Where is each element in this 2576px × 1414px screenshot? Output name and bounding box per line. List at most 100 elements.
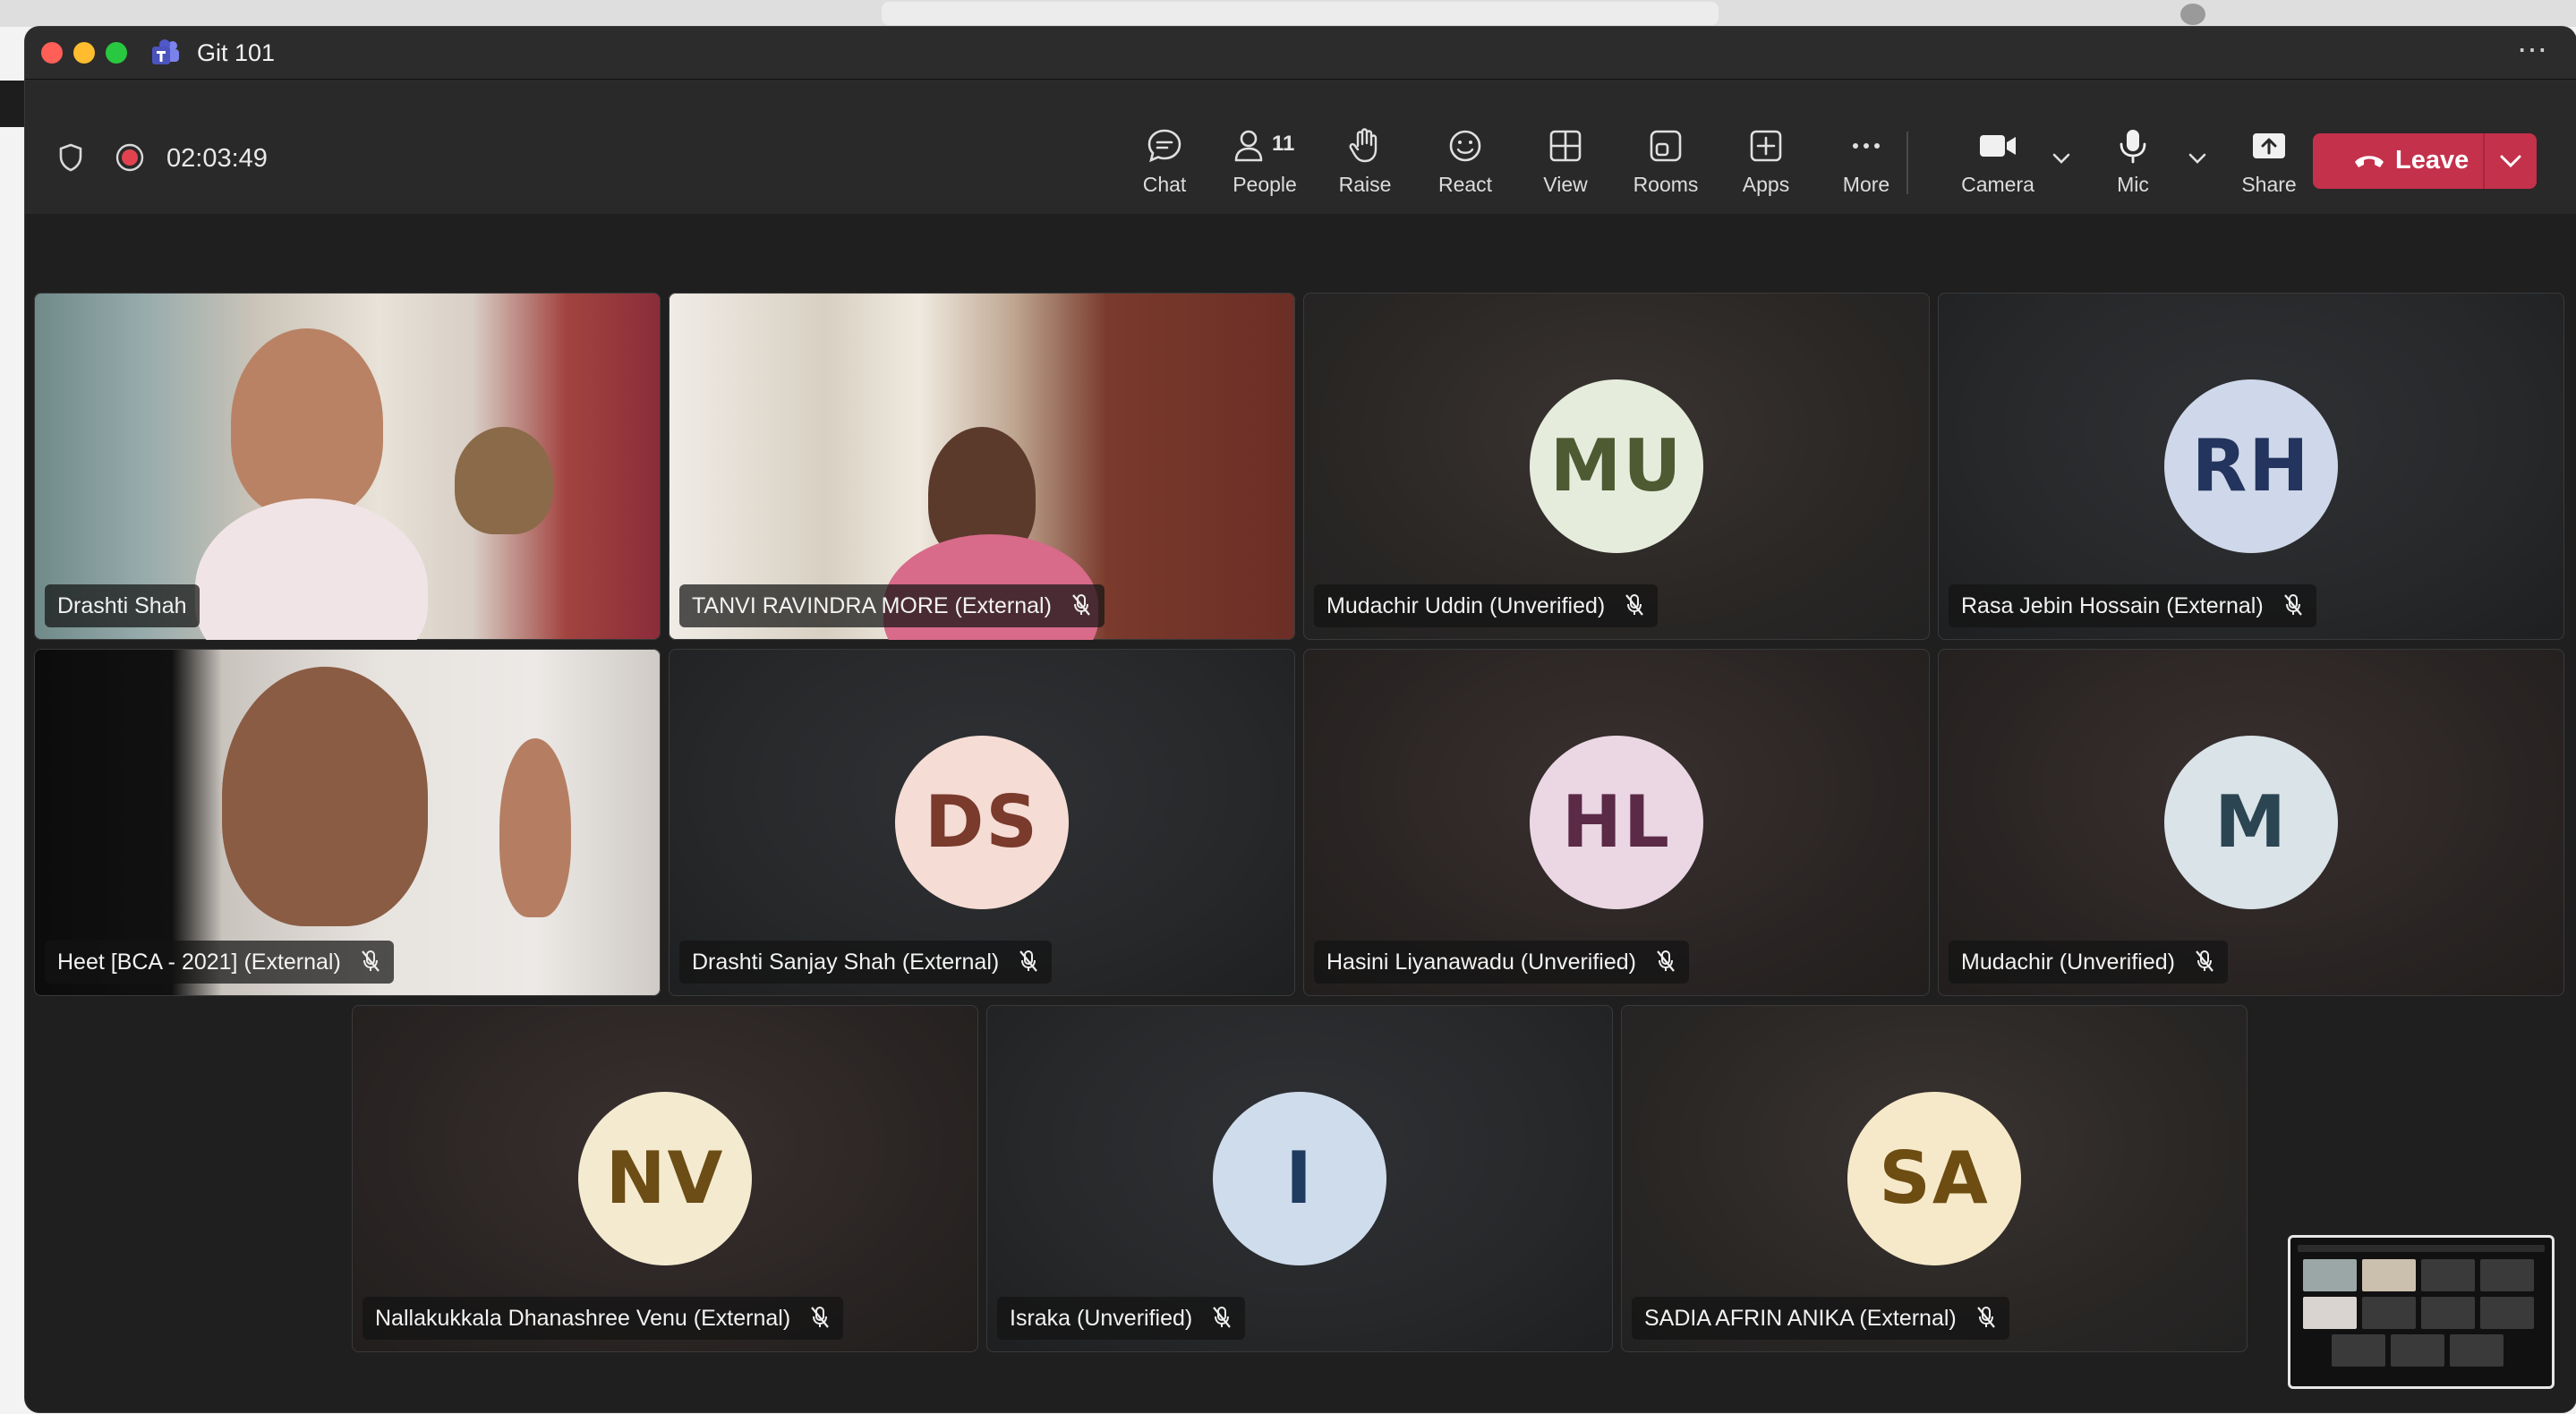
- preview-tile: [2362, 1297, 2416, 1329]
- participant-tile-heet[interactable]: Heet [BCA - 2021] (External): [34, 649, 661, 996]
- teams-logo-icon: [152, 39, 179, 64]
- participant-avatar: SA: [1847, 1092, 2021, 1265]
- participant-avatar: NV: [578, 1092, 752, 1265]
- participant-name: TANVI RAVINDRA MORE (External): [692, 593, 1052, 618]
- participant-name: Heet [BCA - 2021] (External): [57, 950, 341, 975]
- camera-options-chevron-icon[interactable]: [2050, 149, 2073, 167]
- mic-muted-icon: [1657, 950, 1675, 973]
- react-label: React: [1437, 173, 1493, 196]
- mic-muted-icon: [1976, 1307, 1995, 1329]
- preview-tile: [2362, 1259, 2416, 1291]
- participant-name: Mudachir (Unverified): [1961, 950, 2175, 975]
- participant-name: Mudachir Uddin (Unverified): [1326, 593, 1606, 618]
- participant-name: Hasini Liyanawadu (Unverified): [1326, 950, 1636, 975]
- mic-options-chevron-icon[interactable]: [2186, 149, 2209, 167]
- participant-name: Rasa Jebin Hossain (External): [1961, 593, 2264, 618]
- window-close-button[interactable]: [41, 42, 63, 64]
- chat-label: Chat: [1142, 173, 1187, 196]
- teams-meeting-window: Git 101 ⋯ 02:03:49 Chat 11 People Raise …: [25, 27, 2576, 1412]
- rooms-icon: [1650, 130, 1682, 162]
- participant-name-pill: Nallakukkala Dhanashree Venu (External): [363, 1297, 844, 1340]
- participant-tile-tanvi-ravindra-more[interactable]: TANVI RAVINDRA MORE (External): [669, 293, 1295, 640]
- video-teddy-bear: [455, 427, 553, 534]
- participant-name: Drashti Shah: [57, 593, 187, 618]
- video-person-shirt: [195, 498, 428, 640]
- preview-tile: [2450, 1334, 2503, 1367]
- apps-label: Apps: [1742, 173, 1790, 196]
- participant-tile-israka[interactable]: I Israka (Unverified): [986, 1005, 1613, 1352]
- people-count: 11: [1272, 132, 1295, 156]
- participant-name: Israka (Unverified): [1010, 1306, 1193, 1331]
- window-more-icon[interactable]: ⋯: [2517, 32, 2549, 68]
- participant-tile-drashti-sanjay-shah[interactable]: DS Drashti Sanjay Shah (External): [669, 649, 1295, 996]
- share-button[interactable]: Share: [2224, 126, 2314, 216]
- more-button[interactable]: More: [1821, 126, 1911, 216]
- leave-button[interactable]: Leave: [2313, 133, 2481, 189]
- window-maximize-button[interactable]: [106, 42, 127, 64]
- leave-label: Leave: [2395, 146, 2469, 175]
- camera-icon: [1980, 135, 2016, 157]
- mic-muted-icon: [2283, 594, 2302, 617]
- participant-name-pill: TANVI RAVINDRA MORE (External): [679, 584, 1105, 627]
- mic-button[interactable]: Mic: [2088, 126, 2178, 216]
- participant-tile-sadia-afrin-anika[interactable]: SA SADIA AFRIN ANIKA (External): [1621, 1005, 2248, 1352]
- participant-avatar: DS: [895, 736, 1069, 909]
- participant-avatar: MU: [1530, 379, 1703, 553]
- view-button[interactable]: View: [1521, 126, 1610, 216]
- microphone-icon: [2120, 130, 2146, 164]
- title-bar: Git 101 ⋯: [25, 27, 2576, 80]
- preview-tile: [2303, 1259, 2357, 1291]
- preview-tile: [2303, 1297, 2357, 1329]
- people-icon: [1234, 130, 1263, 162]
- chat-icon: [1147, 129, 1181, 163]
- react-button[interactable]: React: [1420, 126, 1510, 216]
- shield-icon: [59, 143, 82, 172]
- grid-view-icon: [1549, 130, 1582, 162]
- share-screen-icon: [2253, 133, 2285, 158]
- participant-avatar: M: [2164, 736, 2338, 909]
- participant-name-pill: Drashti Shah: [45, 584, 200, 627]
- mic-muted-icon: [2196, 950, 2213, 973]
- preview-tile: [2421, 1259, 2475, 1291]
- chat-button[interactable]: Chat: [1120, 126, 1209, 216]
- participant-name: Nallakukkala Dhanashree Venu (External): [375, 1306, 791, 1331]
- video-person-hand: [499, 738, 571, 917]
- participant-tile-hasini-liyanawadu[interactable]: HL Hasini Liyanawadu (Unverified): [1303, 649, 1930, 996]
- participant-tile-nallakukkala-dhanashree-venu[interactable]: NV Nallakukkala Dhanashree Venu (Externa…: [352, 1005, 978, 1352]
- participant-tile-drashti-shah[interactable]: Drashti Shah: [34, 293, 661, 640]
- participant-name-pill: Rasa Jebin Hossain (External): [1949, 584, 2316, 627]
- participant-name: Drashti Sanjay Shah (External): [692, 950, 1000, 975]
- mic-muted-icon: [1019, 950, 1038, 973]
- participant-tile-mudachir-uddin[interactable]: MU Mudachir Uddin (Unverified): [1303, 293, 1930, 640]
- video-person: [222, 667, 428, 926]
- people-button[interactable]: 11 People: [1220, 126, 1309, 216]
- self-view-preview[interactable]: [2288, 1235, 2555, 1389]
- apps-button[interactable]: Apps: [1721, 126, 1811, 216]
- preview-toolbar: [2298, 1245, 2545, 1252]
- background-search-bar: [882, 2, 1719, 25]
- video-person: [231, 328, 383, 516]
- mic-label: Mic: [2117, 173, 2149, 196]
- raise-label: Raise: [1338, 173, 1392, 196]
- more-dots-icon: [1853, 143, 1880, 149]
- preview-tile: [2391, 1334, 2444, 1367]
- participant-tile-rasa-jebin-hossain[interactable]: RH Rasa Jebin Hossain (External): [1938, 293, 2564, 640]
- meeting-title: Git 101: [197, 39, 276, 66]
- rooms-button[interactable]: Rooms: [1621, 126, 1710, 216]
- camera-button[interactable]: Camera: [1953, 126, 2043, 216]
- share-label: Share: [2241, 173, 2297, 196]
- background-avatar: [2180, 4, 2205, 25]
- leave-options-dropdown[interactable]: [2485, 133, 2537, 189]
- background-sidebar-fragment: [0, 81, 27, 127]
- preview-tile: [2480, 1259, 2534, 1291]
- leave-button-group: Leave: [2313, 133, 2537, 189]
- participant-name: SADIA AFRIN ANIKA (External): [1644, 1306, 1957, 1331]
- participant-tile-mudachir[interactable]: M Mudachir (Unverified): [1938, 649, 2564, 996]
- window-minimize-button[interactable]: [73, 42, 95, 64]
- raise-hand-button[interactable]: Raise: [1320, 126, 1410, 216]
- mic-muted-icon: [361, 950, 380, 973]
- participant-name-pill: Heet [BCA - 2021] (External): [45, 941, 394, 984]
- preview-tile: [2421, 1297, 2475, 1329]
- toolbar-divider: [1906, 132, 1908, 194]
- participant-avatar: RH: [2164, 379, 2338, 553]
